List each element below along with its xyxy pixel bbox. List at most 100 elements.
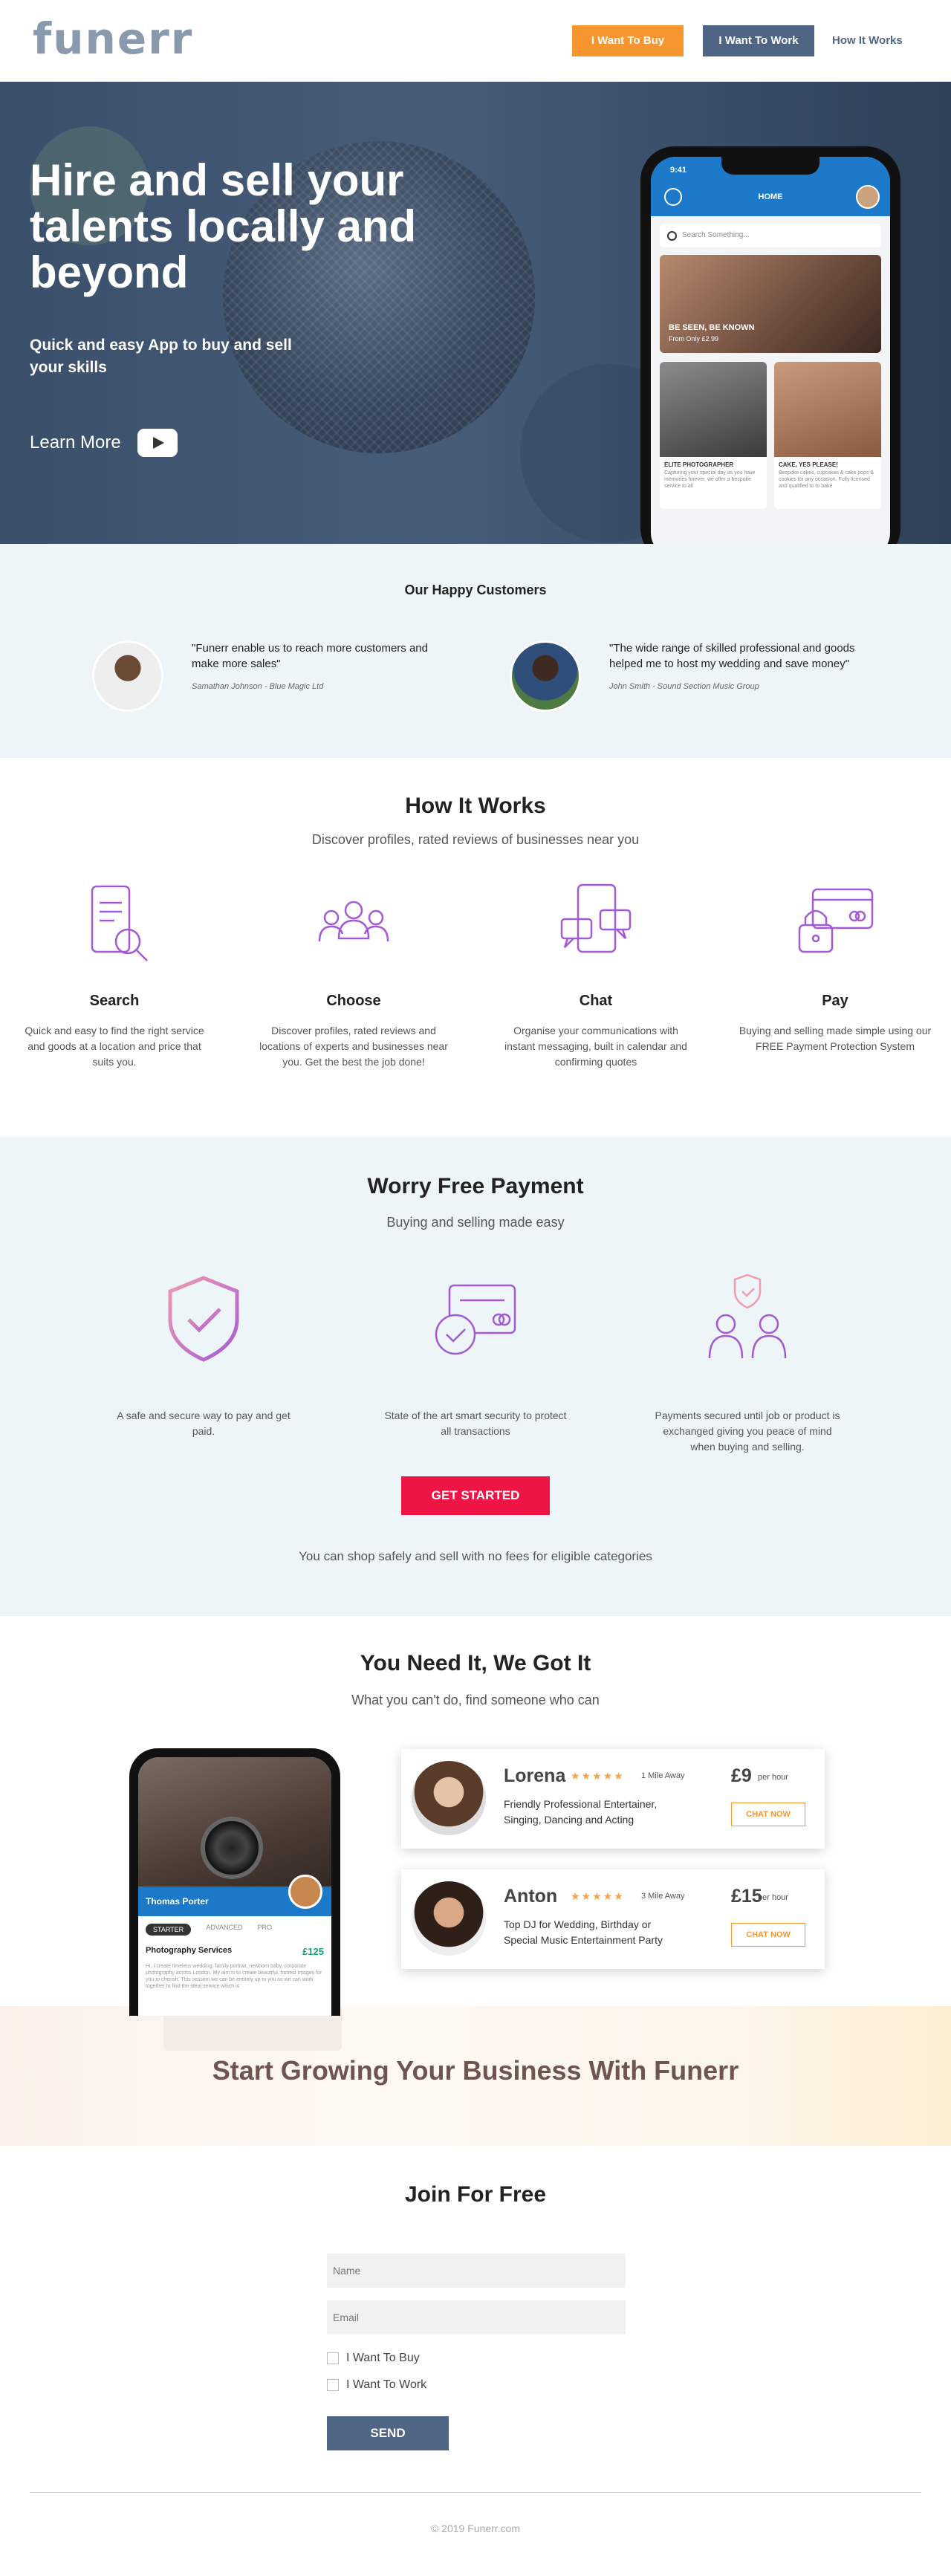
listing-desc: Bespoke cakes, cupcakes & cake pops & co… [779,470,874,489]
testimonial: "Funerr enable us to reach more customer… [92,640,444,712]
payment-subtitle: Buying and selling made easy [386,1215,565,1230]
photographer-image [660,362,767,457]
card-lock-icon [798,888,874,953]
worry-free-payment-section: Worry Free Payment Buying and selling ma… [0,1137,951,1616]
tab-advanced: ADVANCED [206,1924,243,1931]
profile-name: Lorena [504,1765,566,1786]
price-unit: per hour [758,1893,788,1902]
listing-card: ELITE PHOTOGRAPHER Capturing your specia… [660,362,767,509]
listing-card: CAKE, YES PLEASE! Bespoke cakes, cupcake… [774,362,881,509]
get-started-button[interactable]: GET STARTED [401,1476,550,1515]
feature-title: Search [89,993,140,1009]
tab-starter: STARTER [146,1924,192,1936]
profile-price: £9 [731,1765,752,1786]
featured-subtitle: From Only £2.99 [669,335,719,343]
service-desc: Hi, I create timeless wedding, family po… [146,1964,322,1989]
testimonial-author: Samathan Johnson - Blue Magic Ltd [192,682,324,691]
buy-checkbox[interactable] [327,2352,339,2364]
customer-avatar [92,640,163,712]
profile-card: Lorena ★★★★★ 1 Mile Away Friendly Profes… [401,1749,825,1849]
testimonial: "The wide range of skilled professional … [510,640,862,712]
service-row: Photography Services £125 [138,1943,331,1960]
need-it-subtitle: What you can't do, find someone who can [351,1693,600,1707]
phone-screen-title: HOME [758,192,783,201]
phone-avatar [856,185,880,209]
people-shield-icon [708,1274,787,1359]
chat-now-button[interactable]: CHAT NOW [731,1803,805,1826]
work-checkbox-label: I Want To Work [346,2378,427,2391]
featured-card: BE SEEN, BE KNOWN From Only £2.99 [660,255,881,353]
profile-distance: 1 Mile Away [641,1771,685,1780]
feature-text: Buying and selling made simple using our… [739,1025,932,1052]
cake-image [774,362,881,457]
phone-screen: 9:41 HOME Search Something... BE SEEN, B… [651,157,890,558]
hero-title: Hire and sell your talents locally and b… [30,155,417,297]
join-title: Join For Free [404,2182,547,2207]
grow-business-title: Start Growing Your Business With Funerr [212,2055,739,2086]
want-to-buy-button[interactable]: I Want To Buy [572,25,684,56]
email-field[interactable] [327,2300,626,2335]
name-field[interactable] [327,2254,626,2288]
youtube-play-icon[interactable] [137,429,178,457]
phone-notch [721,157,819,175]
buy-checkbox-label: I Want To Buy [346,2352,420,2364]
camera-lens [201,1817,263,1879]
profile-description: Friendly Professional Entertainer, Singi… [504,1798,658,1826]
service-price: £125 [302,1946,324,1957]
tab-pro: PRO [257,1924,273,1931]
footer-divider [30,2492,921,2493]
grow-business-banner: Start Growing Your Business With Funerr [0,2006,951,2146]
testimonial-author: John Smith - Sound Section Music Group [609,682,759,691]
feature-pay: Pay Buying and selling made simple using… [739,880,932,1054]
payment-note: You can shop safely and sell with no fee… [299,1549,652,1563]
card-check-icon [435,1284,516,1355]
lorena-avatar [412,1761,486,1835]
customers-heading: Our Happy Customers [404,583,547,597]
happy-customers-section: Our Happy Customers "Funerr enable us to… [0,544,951,758]
people-group-icon [318,901,389,942]
chat-now-button[interactable]: CHAT NOW [731,1923,805,1947]
learn-more-link[interactable]: Learn More [30,429,178,457]
work-checkbox[interactable] [327,2379,339,2391]
feature-chat: Chat Organise your communications with i… [499,880,692,1070]
price-unit: per hour [758,1773,788,1782]
profile-card: Anton ★★★★★ 3 Mile Away Top DJ for Weddi… [401,1869,825,1969]
profile-avatar [288,1875,322,1909]
anton-avatar [412,1881,486,1956]
funerr-logo[interactable]: funerr [33,13,193,64]
feature-title: Chat [579,993,613,1009]
phone-time: 9:41 [670,166,687,175]
listing-title: ELITE PHOTOGRAPHER [664,461,734,468]
service-name: Photography Services [146,1946,233,1955]
listing-title: CAKE, YES PLEASE! [779,461,838,468]
send-button[interactable]: SEND [327,2416,449,2450]
customer-avatar [510,640,581,712]
feature-text: Quick and easy to find the right service… [25,1025,204,1068]
profile-phone-mockup: Thomas Porter STARTER ADVANCED PRO Photo… [129,1748,340,2016]
package-tabs: STARTER ADVANCED PRO [138,1916,331,1943]
how-it-works-link[interactable]: How It Works [832,25,903,56]
feature-choose: Choose Discover profiles, rated reviews … [257,880,450,1070]
profile-distance: 3 Mile Away [641,1892,685,1901]
work-checkbox-row[interactable]: I Want To Work [327,2378,426,2392]
feature-text: Discover profiles, rated reviews and loc… [259,1025,448,1068]
profile-description: Top DJ for Wedding, Birthday or Special … [504,1918,663,1946]
feature-search: Search Quick and easy to find the right … [18,880,211,1070]
search-phone-icon [91,885,148,961]
payment-title: Worry Free Payment [367,1174,584,1198]
hero-subtitle: Quick and easy App to buy and sell your … [30,337,292,376]
testimonial-quote: "Funerr enable us to reach more customer… [192,642,428,670]
shield-check-icon [168,1276,239,1362]
listing-desc: Capturing your special day as you have m… [664,470,756,489]
want-to-work-button[interactable]: I Want To Work [703,25,814,56]
feature-title: Pay [822,993,848,1009]
copyright: © 2019 Funerr.com [430,2523,521,2534]
payment-feature-text: Payments secured until job or product is… [655,1409,840,1453]
photographer-cover-image: Thomas Porter [138,1757,331,1916]
profile-name: Anton [504,1886,558,1907]
site-header: funerr I Want To Buy I Want To Work How … [0,0,951,82]
app-phone-mockup: 9:41 HOME Search Something... BE SEEN, B… [640,146,900,562]
feature-text: Organise your communications with instan… [504,1025,687,1068]
need-it-title: You Need It, We Got It [360,1651,591,1675]
buy-checkbox-row[interactable]: I Want To Buy [327,2352,420,2365]
